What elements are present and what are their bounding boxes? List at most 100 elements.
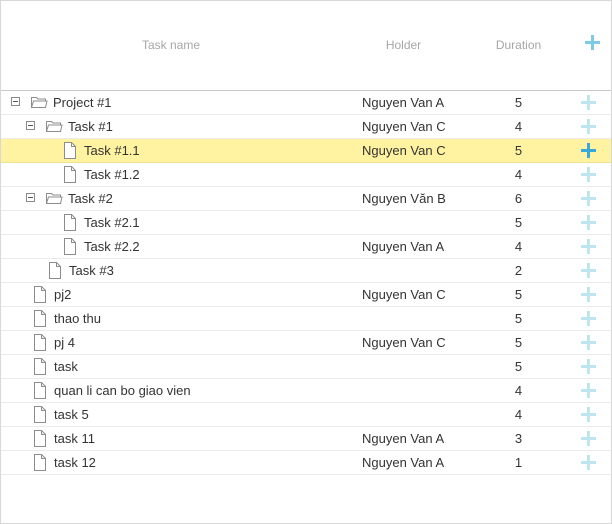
task-name-cell: Task #2.2 [1, 235, 341, 258]
add-subtask-button[interactable] [581, 455, 596, 470]
add-subtask-button[interactable] [581, 95, 596, 110]
holder-cell: Nguyen Van A [362, 95, 445, 110]
task-name-cell: Task #2 [1, 187, 341, 210]
plus-icon [581, 95, 596, 110]
add-subtask-button[interactable] [581, 311, 596, 326]
task-name-cell: Task #3 [1, 259, 341, 282]
task-row[interactable]: task 12 Nguyen Van A 1 [1, 451, 611, 475]
task-name-cell: task [1, 355, 341, 378]
plus-icon [581, 335, 596, 350]
task-row[interactable]: Project #1 Nguyen Van A 5 [1, 91, 611, 115]
duration-cell: 4 [514, 383, 523, 398]
task-name-label: Task #2.2 [84, 239, 140, 254]
folder-open-icon [45, 118, 63, 141]
duration-cell: 5 [514, 95, 523, 110]
holder-cell: Nguyen Van C [362, 119, 446, 134]
collapse-toggle-icon[interactable] [26, 193, 35, 202]
duration-cell: 6 [514, 191, 523, 206]
task-name-label: Task #1.2 [84, 167, 140, 182]
holder-cell: Nguyen Van A [362, 431, 445, 446]
column-header-holder[interactable]: Holder [341, 38, 466, 52]
plus-icon [581, 215, 596, 230]
task-name-label: pj2 [54, 287, 72, 302]
collapse-toggle-icon[interactable] [26, 121, 35, 130]
task-name-label: Task #2 [68, 191, 113, 206]
add-subtask-button[interactable] [581, 191, 596, 206]
task-name-cell: task 12 [1, 451, 341, 474]
task-name-cell: task 5 [1, 403, 341, 426]
duration-cell: 5 [514, 359, 523, 374]
task-row[interactable]: thao thu 5 [1, 307, 611, 331]
add-subtask-button[interactable] [581, 239, 596, 254]
folder-open-icon [30, 94, 48, 117]
duration-cell: 3 [514, 431, 523, 446]
plus-icon [581, 407, 596, 422]
plus-icon [581, 287, 596, 302]
duration-cell: 5 [514, 143, 523, 158]
add-subtask-button[interactable] [581, 143, 596, 158]
task-name-cell: task 11 [1, 427, 341, 450]
task-rows: Project #1 Nguyen Van A 5 Task #1 Nguyen Van… [1, 91, 611, 475]
collapse-toggle-icon[interactable] [11, 97, 20, 106]
task-row[interactable]: Task #2 Nguyen Văn B 6 [1, 187, 611, 211]
plus-icon [581, 311, 596, 326]
duration-cell: 5 [514, 335, 523, 350]
holder-cell: Nguyen Van A [362, 239, 445, 254]
file-icon [33, 454, 47, 478]
task-row[interactable]: task 5 4 [1, 403, 611, 427]
task-row[interactable]: Task #2.2 Nguyen Van A 4 [1, 235, 611, 259]
task-name-label: Task #3 [69, 263, 114, 278]
task-row[interactable]: Task #1 Nguyen Van C 4 [1, 115, 611, 139]
task-row[interactable]: Task #1.2 4 [1, 163, 611, 187]
duration-cell: 4 [514, 167, 523, 182]
task-name-cell: Task #1.2 [1, 163, 341, 186]
plus-icon [581, 167, 596, 182]
task-name-label: thao thu [54, 311, 101, 326]
column-header-duration[interactable]: Duration [466, 38, 571, 52]
duration-cell: 4 [514, 239, 523, 254]
add-subtask-button[interactable] [581, 383, 596, 398]
duration-cell: 5 [514, 215, 523, 230]
task-name-label: task 11 [54, 431, 95, 446]
task-name-label: Task #1 [68, 119, 113, 134]
task-name-label: pj 4 [54, 335, 75, 350]
task-row[interactable]: Task #2.1 5 [1, 211, 611, 235]
task-row[interactable]: Task #1.1 Nguyen Van C 5 [1, 139, 611, 163]
task-row[interactable]: task 5 [1, 355, 611, 379]
folder-open-icon [45, 190, 63, 213]
task-row[interactable]: pj2 Nguyen Van C 5 [1, 283, 611, 307]
plus-icon [581, 143, 596, 158]
holder-cell: Nguyen Van C [362, 335, 446, 350]
task-name-cell: Task #1 [1, 115, 341, 138]
add-subtask-button[interactable] [581, 119, 596, 134]
column-header-task-name[interactable]: Task name [1, 38, 341, 52]
add-subtask-button[interactable] [581, 407, 596, 422]
task-row[interactable]: pj 4 Nguyen Van C 5 [1, 331, 611, 355]
add-subtask-button[interactable] [581, 167, 596, 182]
task-row[interactable]: Task #3 2 [1, 259, 611, 283]
duration-cell: 5 [514, 311, 523, 326]
task-name-cell: pj 4 [1, 331, 341, 354]
task-name-label: Task #1.1 [84, 143, 140, 158]
holder-cell: Nguyen Văn B [362, 191, 446, 206]
add-subtask-button[interactable] [581, 287, 596, 302]
add-subtask-button[interactable] [581, 359, 596, 374]
task-name-label: quan li can bo giao vien [54, 383, 191, 398]
add-subtask-button[interactable] [581, 215, 596, 230]
plus-icon [581, 263, 596, 278]
task-name-label: task 5 [54, 407, 89, 422]
add-task-header-button[interactable] [577, 35, 607, 50]
duration-cell: 4 [514, 407, 523, 422]
duration-cell: 5 [514, 287, 523, 302]
plus-icon [584, 35, 600, 50]
task-name-cell: Task #1.1 [1, 139, 341, 162]
task-name-cell: pj2 [1, 283, 341, 306]
task-row[interactable]: task 11 Nguyen Van A 3 [1, 427, 611, 451]
add-subtask-button[interactable] [581, 335, 596, 350]
add-subtask-button[interactable] [581, 263, 596, 278]
task-name-cell: thao thu [1, 307, 341, 330]
plus-icon [581, 431, 596, 446]
add-subtask-button[interactable] [581, 431, 596, 446]
holder-cell: Nguyen Van A [362, 455, 445, 470]
task-row[interactable]: quan li can bo giao vien 4 [1, 379, 611, 403]
